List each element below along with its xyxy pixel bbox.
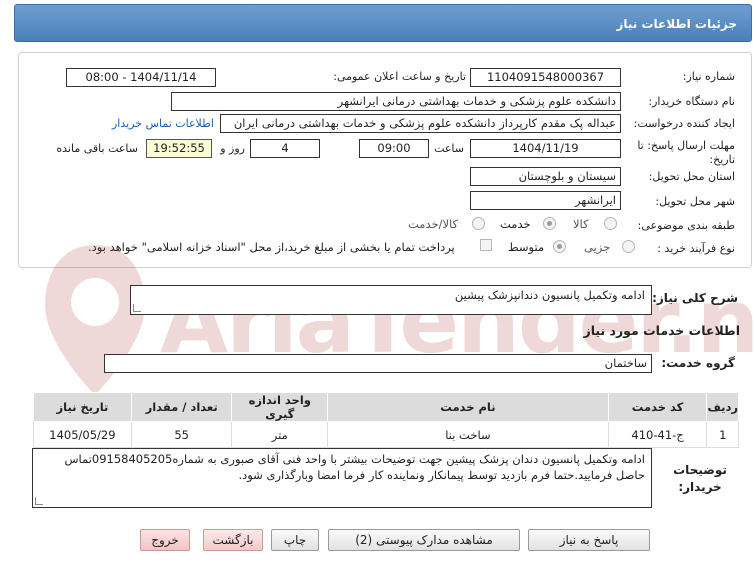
deadline-date-field: 1404/11/19 (470, 139, 621, 158)
need-number-field: 1104091548000367 (470, 68, 621, 87)
cell-unit: متر (231, 421, 329, 448)
services-table: ردیف کد خدمت نام خدمت واحد اندازه گیری ت… (33, 392, 739, 448)
province-label: استان محل تحویل: (648, 170, 735, 183)
summary-text: ادامه وتکمیل پانسیون دندانپزشک پیشین (454, 288, 645, 302)
buyer-notes-field[interactable]: ادامه وتکمیل پانسیون دندان پزشک پیشین جه… (32, 448, 652, 508)
province-field: سیستان و بلوچستان (470, 167, 621, 186)
process-minor-label: جزیی (584, 240, 611, 254)
summary-field[interactable]: ادامه وتکمیل پانسیون دندانپزشک پیشین (130, 285, 652, 315)
city-field: ایرانشهر (470, 191, 621, 210)
cell-name: ساخت بنا (327, 421, 609, 448)
city-label: شهر محل تحویل: (655, 195, 735, 208)
remaining-time-label: ساعت باقی مانده (56, 142, 138, 155)
category-goods-service-label: کالا/خدمت (408, 217, 459, 231)
col-unit-header: واحد اندازه گیری (231, 392, 329, 422)
col-date-header: تاریخ نیاز (33, 392, 132, 422)
deadline-time-label: ساعت (434, 142, 464, 155)
process-type-label: نوع فرآیند خرید : (657, 242, 735, 255)
reply-button[interactable]: پاسخ به نیاز (528, 529, 650, 551)
table-header-row: ردیف کد خدمت نام خدمت واحد اندازه گیری ت… (33, 392, 739, 422)
deadline-label: مهلت ارسال پاسخ: تا تاریخ: (637, 139, 735, 166)
back-button[interactable]: بازگشت (203, 529, 263, 551)
col-qty-header: تعداد / مقدار (130, 392, 233, 422)
buyer-org-field: دانشکده علوم پزشکی و خدمات بهداشتی درمان… (171, 92, 621, 111)
cell-row: 1 (706, 421, 739, 448)
creator-label: ایجاد کننده درخواست: (633, 117, 735, 130)
view-attachments-button[interactable]: مشاهده مدارک پیوستی (2) (328, 529, 520, 551)
category-goods-service-radio[interactable] (472, 217, 485, 230)
buyer-contact-link[interactable]: اطلاعات تماس خریدار (112, 117, 214, 130)
resize-grip-icon[interactable] (133, 304, 141, 312)
category-goods-label: کالا (573, 217, 589, 231)
process-medium-radio[interactable] (553, 240, 566, 253)
table-row: 1 ج-41-410 ساخت بنا متر 55 1405/05/29 (33, 421, 739, 448)
category-label: طبقه بندی موضوعی: (637, 219, 735, 232)
category-service-label: خدمت (500, 217, 531, 231)
remaining-time-field: 19:52:55 (146, 139, 212, 158)
days-label: روز و (220, 142, 245, 155)
summary-label: شرح کلی نیاز: (652, 291, 738, 305)
treasury-payment-note: پرداخت تمام یا بخشی از مبلغ خرید،از محل … (88, 240, 455, 254)
col-name-header: نام خدمت (327, 392, 609, 422)
col-code-header: کد خدمت (607, 392, 708, 422)
announce-date-label: تاریخ و ساعت اعلان عمومی: (333, 70, 466, 83)
days-remaining-field: 4 (250, 139, 320, 158)
service-group-label: گروه خدمت: (661, 356, 735, 370)
exit-button[interactable]: خروج (140, 529, 190, 551)
services-heading: اطلاعات خدمات مورد نیاز (583, 323, 741, 338)
process-minor-radio[interactable] (622, 240, 635, 253)
treasury-payment-checkbox[interactable] (480, 239, 492, 251)
cell-code: ج-41-410 (607, 421, 708, 448)
resize-grip-icon[interactable] (35, 497, 43, 505)
deadline-time-field: 09:00 (359, 139, 429, 158)
process-medium-label: متوسط (508, 240, 545, 254)
page-title: جزئیات اطلاعات نیاز (616, 17, 737, 31)
title-bar: جزئیات اطلاعات نیاز (14, 4, 752, 42)
service-group-field: ساختمان (104, 354, 652, 373)
buyer-org-label: نام دستگاه خریدار: (648, 95, 735, 108)
category-service-radio[interactable] (543, 217, 556, 230)
cell-qty: 55 (130, 421, 233, 448)
buyer-notes-text: ادامه وتکمیل پانسیون دندان پزشک پیشین جه… (64, 452, 645, 482)
category-goods-radio[interactable] (604, 217, 617, 230)
col-row-header: ردیف (706, 392, 739, 422)
creator-field: عبداله پک مقدم کارپرداز دانشکده علوم پزش… (220, 114, 621, 133)
need-number-label: شماره نیاز: (682, 70, 735, 83)
announce-date-field: 1404/11/14 - 08:00 (66, 68, 216, 87)
print-button[interactable]: چاپ (271, 529, 319, 551)
cell-date: 1405/05/29 (33, 421, 132, 448)
buyer-notes-label: توضیحات خریدار: (673, 463, 727, 494)
